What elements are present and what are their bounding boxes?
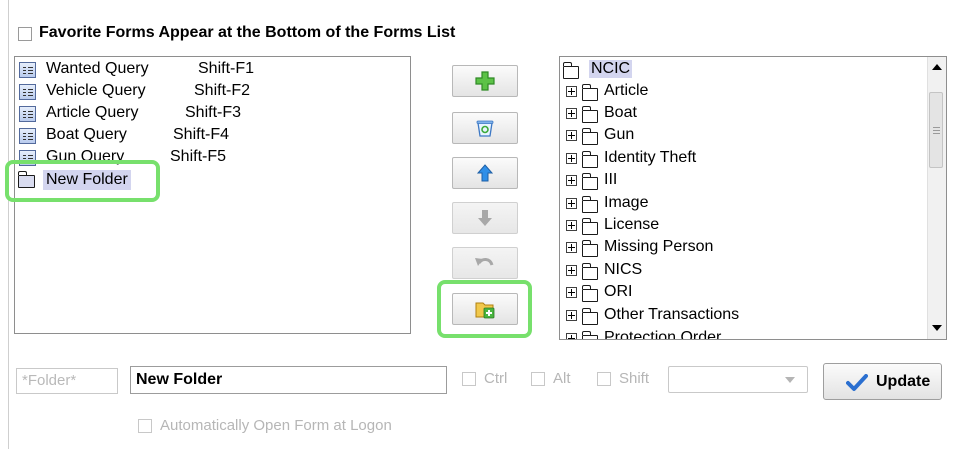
expand-icon[interactable] — [566, 310, 577, 321]
expand-icon[interactable] — [566, 242, 577, 253]
delete-button[interactable] — [452, 112, 518, 144]
form-shortcut: Shift-F2 — [194, 82, 251, 99]
form-name: Article Query — [46, 104, 139, 121]
favorites-bottom-label: Favorite Forms Appear at the Bottom of t… — [39, 24, 456, 41]
forms-tree[interactable]: NCIC Article Boat Gun Identity Theft III… — [559, 56, 947, 340]
folder-icon — [582, 240, 598, 257]
move-up-button[interactable] — [452, 157, 518, 189]
tree-node-label: Identity Theft — [604, 149, 697, 166]
tree-node-label: Boat — [604, 104, 637, 121]
auto-open-checkbox[interactable] — [138, 419, 152, 433]
down-arrow-icon — [478, 210, 492, 226]
folder-icon — [582, 128, 598, 145]
update-button-label: Update — [876, 373, 931, 390]
new-folder-highlight — [5, 160, 160, 202]
expand-icon[interactable] — [566, 265, 577, 276]
undo-button[interactable] — [452, 247, 518, 279]
tree-node-label: ORI — [604, 283, 633, 300]
folder-icon — [582, 151, 598, 168]
plus-icon — [475, 71, 495, 91]
form-name: Vehicle Query — [46, 82, 146, 99]
form-shortcut: Shift-F5 — [170, 148, 227, 165]
shift-label: Shift — [619, 370, 650, 387]
expand-icon[interactable] — [566, 175, 577, 186]
auto-open-label: Automatically Open Form at Logon — [160, 417, 392, 434]
form-shortcut: Shift-F4 — [173, 126, 230, 143]
form-shortcut: Shift-F1 — [198, 60, 255, 77]
tree-root-ncic[interactable]: NCIC — [563, 60, 683, 82]
form-icon — [19, 128, 36, 144]
shortcut-key-select[interactable] — [668, 366, 808, 393]
open-folder-icon — [563, 62, 579, 79]
ctrl-checkbox[interactable] — [462, 372, 476, 386]
expand-icon[interactable] — [566, 86, 577, 97]
checkmark-icon — [846, 374, 868, 391]
form-icon — [19, 62, 36, 78]
folder-icon — [582, 173, 598, 190]
item-type-field: *Folder* — [16, 368, 118, 394]
folder-icon — [582, 196, 598, 213]
folder-icon — [582, 106, 598, 123]
tree-scrollbar[interactable] — [927, 57, 946, 339]
scroll-thumb[interactable] — [929, 92, 943, 168]
folder-icon — [582, 285, 598, 302]
form-name: Boat Query — [46, 126, 127, 143]
add-button[interactable] — [452, 65, 518, 97]
alt-label: Alt — [553, 370, 571, 387]
expand-icon[interactable] — [566, 130, 577, 141]
expand-icon[interactable] — [566, 220, 577, 231]
alt-checkbox[interactable] — [531, 372, 545, 386]
folder-icon — [582, 308, 598, 325]
chevron-down-icon — [785, 377, 795, 383]
form-icon — [19, 106, 36, 122]
folder-icon — [582, 218, 598, 235]
scroll-down-arrow-icon[interactable] — [932, 325, 942, 331]
expand-icon[interactable] — [566, 287, 577, 298]
recycle-bin-icon — [476, 120, 494, 137]
expand-icon[interactable] — [566, 333, 577, 339]
move-down-button[interactable] — [452, 202, 518, 234]
tree-node-label: Image — [604, 194, 649, 211]
update-button[interactable]: Update — [823, 363, 942, 400]
favorites-bottom-checkbox[interactable] — [18, 27, 32, 41]
tree-node-label: Other Transactions — [604, 306, 740, 323]
expand-icon[interactable] — [566, 108, 577, 119]
tree-node-label: NICS — [604, 261, 643, 278]
expand-icon[interactable] — [566, 153, 577, 164]
tree-root-label: NCIC — [589, 60, 633, 78]
undo-icon — [475, 258, 494, 266]
form-shortcut: Shift-F3 — [185, 104, 242, 121]
folder-name-input[interactable]: New Folder — [130, 366, 447, 394]
tree-node-label: Gun — [604, 126, 635, 143]
new-folder-button-highlight — [437, 280, 532, 338]
shift-checkbox[interactable] — [597, 372, 611, 386]
up-arrow-icon — [476, 164, 494, 182]
tree-node-label: III — [604, 171, 618, 188]
window-left-border — [8, 0, 9, 449]
expand-icon[interactable] — [566, 198, 577, 209]
tree-node-label: Article — [604, 82, 649, 99]
form-name: Wanted Query — [46, 60, 149, 77]
form-icon — [19, 84, 36, 100]
scroll-up-arrow-icon[interactable] — [932, 64, 942, 70]
folder-icon — [582, 263, 598, 280]
folder-icon — [582, 331, 598, 339]
tree-node-label: Missing Person — [604, 238, 714, 255]
tree-node-label: Protection Order — [604, 329, 722, 340]
folder-icon — [582, 84, 598, 101]
ctrl-label: Ctrl — [484, 370, 508, 387]
tree-node-label: License — [604, 216, 660, 233]
